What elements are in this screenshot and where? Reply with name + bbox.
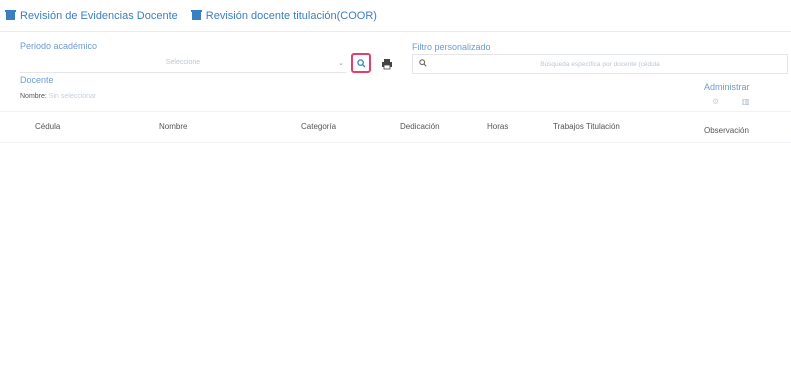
divider [0,31,791,32]
periodo-label: Periodo académico [20,41,98,51]
column-header-trabajos[interactable]: Trabajos Titulación [553,122,620,131]
table-header: Cédula Nombre Categoría Dedicación Horas… [0,111,791,143]
print-icon[interactable] [381,58,393,70]
box-icon [190,10,202,20]
box-icon [5,10,16,20]
column-header-categoria[interactable]: Categoría [301,122,336,131]
filtro-input[interactable]: Búsqueda específica por docente (cédula [412,54,788,74]
column-header-dedicacion[interactable]: Dedicación [400,122,440,131]
column-header-horas[interactable]: Horas [487,122,508,131]
column-header-observacion[interactable]: Observación [704,126,749,135]
column-header-cedula[interactable]: Cédula [35,122,60,131]
settings-icon[interactable]: ⚙ [712,97,719,106]
table-body [0,143,791,385]
periodo-select[interactable]: Seleccione ⌄ [20,53,346,73]
nombre-value: Sin seleccionar [48,93,97,100]
chart-icon[interactable]: ▥ [742,97,750,106]
filtro-placeholder: Búsqueda específica por docente (cédula [540,60,660,68]
column-header-nombre[interactable]: Nombre [159,122,187,131]
tab-label: Revisión de Evidencias Docente [20,10,178,22]
filtro-label: Filtro personalizado [412,42,491,52]
nombre-label: Nombre: [20,93,47,100]
tab-label: Revisión docente titulación(COOR) [205,10,377,22]
tab-revision-titulacion[interactable]: Revisión docente titulación(COOR) [190,10,377,22]
admin-label: Administrar [704,82,750,92]
search-icon [419,59,427,67]
search-icon [356,58,366,68]
docente-nombre: Nombre: Sin seleccionar [20,93,96,100]
chevron-down-icon: ⌄ [338,60,344,67]
docente-label: Docente [20,75,54,85]
tab-bar: Revisión de Evidencias Docente Revisión … [5,10,377,22]
search-button[interactable] [351,53,371,73]
tab-revision-evidencias[interactable]: Revisión de Evidencias Docente [5,10,178,22]
periodo-placeholder: Seleccione [165,59,201,66]
